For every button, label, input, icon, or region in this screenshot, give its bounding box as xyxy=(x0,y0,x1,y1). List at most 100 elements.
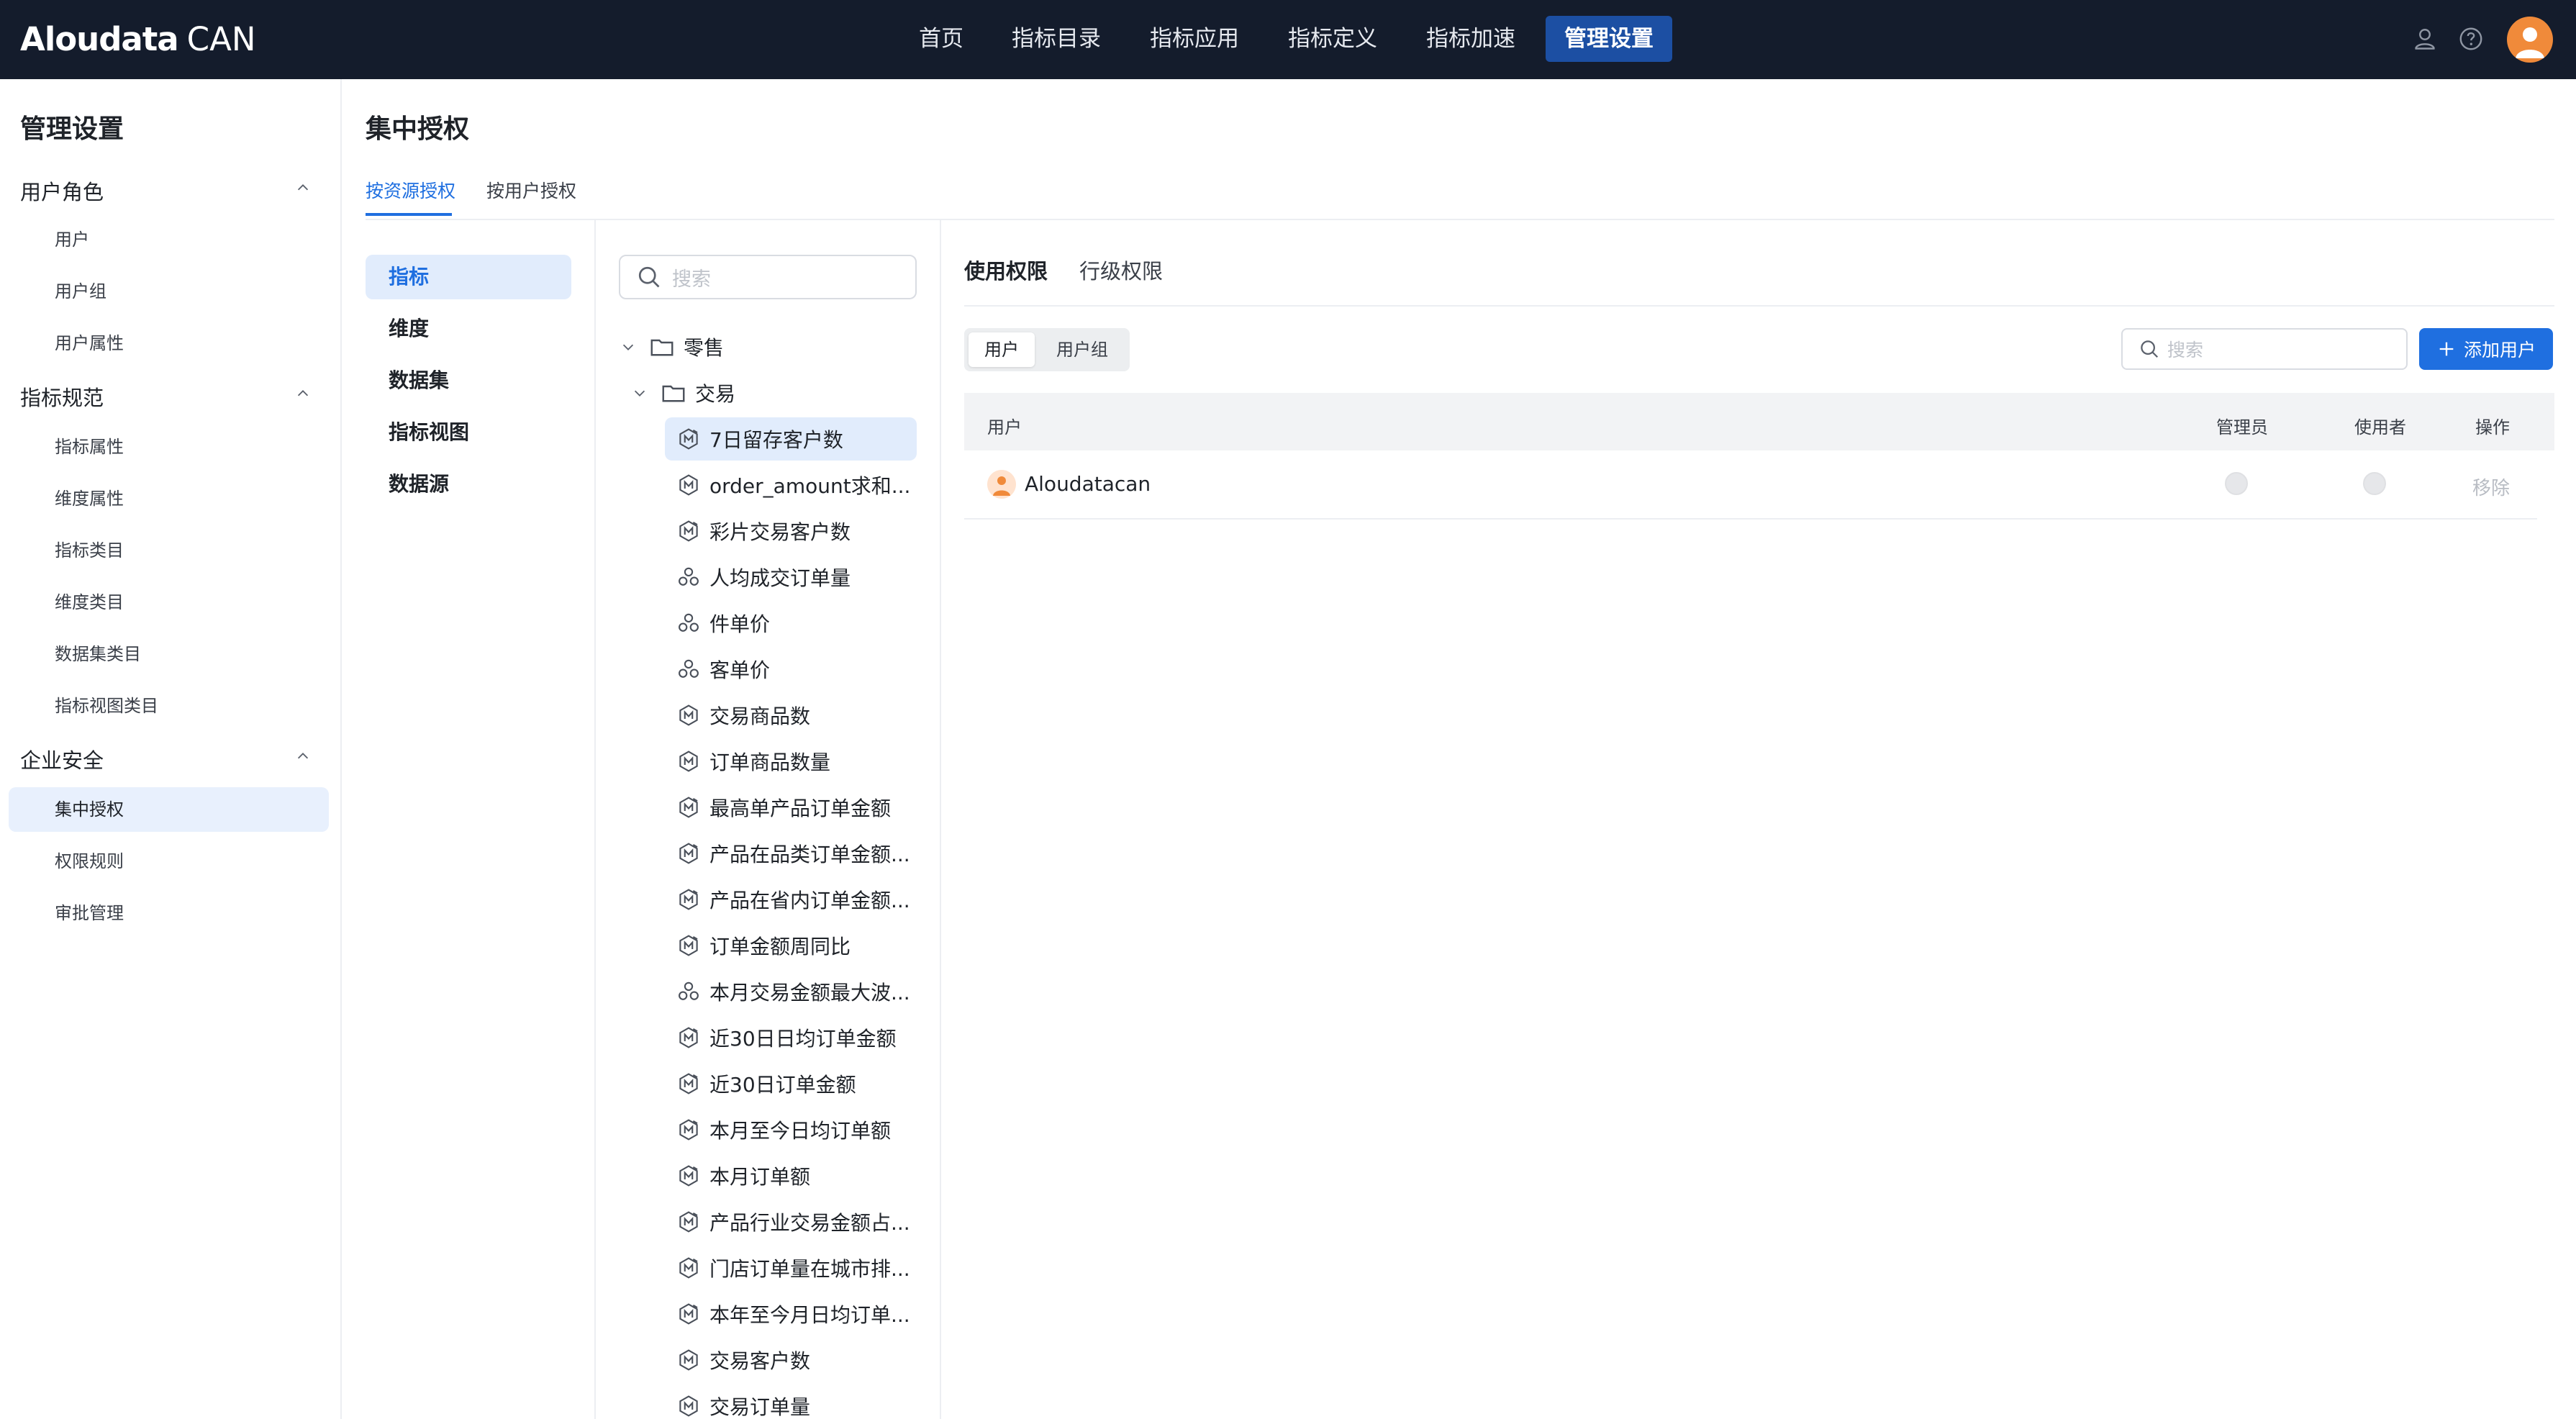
sidebar-item-metric-attributes[interactable]: 指标属性 xyxy=(9,425,329,469)
tree-item-label: 交易客户数 xyxy=(709,1349,811,1373)
tab-row-permission[interactable]: 行级权限 xyxy=(1079,255,1163,285)
sidebar-item-dataset-categories[interactable]: 数据集类目 xyxy=(9,632,329,676)
chevron-up-icon[interactable] xyxy=(295,180,311,196)
user-name: Aloudatacan xyxy=(1025,472,1151,496)
permission-tab-divider xyxy=(964,305,2554,307)
permission-search-input[interactable]: 搜索 xyxy=(2121,328,2408,370)
metric-derived-icon xyxy=(679,843,698,864)
tree-item-metric[interactable]: 产品在省内订单金额... xyxy=(665,878,917,921)
tree-item-label: 近30日日均订单金额 xyxy=(709,1027,897,1051)
chevron-down-icon[interactable] xyxy=(632,385,648,401)
avatar xyxy=(987,470,1016,499)
remove-user-link[interactable]: 移除 xyxy=(2472,473,2510,500)
tree-item-metric[interactable]: 本月订单额 xyxy=(665,1154,917,1197)
search-icon xyxy=(2141,340,2159,358)
tree-search-input[interactable]: 搜索 xyxy=(619,255,917,299)
tree-item-metric[interactable]: 本年至今月日均订单... xyxy=(665,1292,917,1336)
permission-table-header: 用户 管理员 使用者 操作 xyxy=(964,393,2554,450)
resource-type-dimension[interactable]: 维度 xyxy=(366,307,571,351)
tree-item-metric[interactable]: 产品在品类订单金额... xyxy=(665,832,917,875)
tree-item-metric[interactable]: 最高单产品订单金额 xyxy=(665,786,917,829)
tree-item-label: 订单金额周同比 xyxy=(709,935,851,958)
avatar[interactable] xyxy=(2507,17,2553,63)
app-logo[interactable]: Aloudata CAN xyxy=(20,19,256,59)
logo-sub-text: CAN xyxy=(186,19,256,58)
sidebar-item-users[interactable]: 用户 xyxy=(9,217,329,262)
tree-item-metric[interactable]: 交易客户数 xyxy=(665,1338,917,1382)
metric-derived-icon xyxy=(679,1119,698,1141)
tree-item-metric[interactable]: 客单价 xyxy=(665,648,917,691)
sidebar-group-user-roles[interactable]: 用户角色 xyxy=(20,176,104,206)
add-user-button[interactable]: 添加用户 xyxy=(2419,328,2553,370)
segment-user-group[interactable]: 用户组 xyxy=(1039,332,1125,367)
resource-type-datasource[interactable]: 数据源 xyxy=(366,462,571,507)
table-row: Aloudatacan 移除 xyxy=(964,450,2537,520)
permission-search-placeholder: 搜索 xyxy=(2167,340,2204,361)
metric-derived-icon xyxy=(679,520,698,542)
tree-item-label: 客单价 xyxy=(709,658,771,682)
nav-item-admin-settings[interactable]: 管理设置 xyxy=(1546,16,1672,62)
admin-radio[interactable] xyxy=(2225,472,2248,495)
tab-usage-permission[interactable]: 使用权限 xyxy=(964,255,1048,285)
sidebar-group-enterprise-security[interactable]: 企业安全 xyxy=(20,744,104,774)
metric-atomic-icon xyxy=(679,1395,698,1417)
help-icon[interactable] xyxy=(2458,26,2484,52)
nav-item-metric-catalog[interactable]: 指标目录 xyxy=(1000,16,1112,62)
sidebar-item-user-attributes[interactable]: 用户属性 xyxy=(9,321,329,366)
tree-item-metric[interactable]: 产品行业交易金额占... xyxy=(665,1200,917,1243)
column-header-action: 操作 xyxy=(2475,417,2510,438)
user-icon[interactable] xyxy=(2412,26,2438,52)
resource-type-metric[interactable]: 指标 xyxy=(366,255,571,299)
sidebar-item-permission-rules[interactable]: 权限规则 xyxy=(9,839,329,884)
active-tab-indicator xyxy=(366,213,452,216)
sidebar-item-centralized-auth[interactable]: 集中授权 xyxy=(9,787,329,832)
tree-item-label: 本月交易金额最大波... xyxy=(709,981,910,1005)
tree-item-metric[interactable]: order_amount求和... xyxy=(665,463,917,507)
nav-item-home[interactable]: 首页 xyxy=(907,16,976,62)
tree-item-label: 本月订单额 xyxy=(709,1165,811,1189)
sidebar-item-dimension-attributes[interactable]: 维度属性 xyxy=(9,476,329,521)
tree-item-metric[interactable]: 近30日订单金额 xyxy=(665,1062,917,1105)
sidebar-item-user-groups[interactable]: 用户组 xyxy=(9,269,329,314)
chevron-up-icon[interactable] xyxy=(295,386,311,402)
metric-derived-icon xyxy=(679,1027,698,1048)
tree-item-metric[interactable]: 门店订单量在城市排... xyxy=(665,1246,917,1289)
chevron-down-icon[interactable] xyxy=(620,339,636,355)
avatar-person-icon xyxy=(2516,27,2544,58)
tree-item-metric[interactable]: 件单价 xyxy=(665,602,917,645)
tree-item-label: 近30日订单金额 xyxy=(709,1073,856,1097)
tab-by-user[interactable]: 按用户授权 xyxy=(486,177,576,203)
metric-composite-icon xyxy=(679,659,699,678)
sidebar-item-approval-management[interactable]: 审批管理 xyxy=(9,891,329,935)
tree-item-metric[interactable]: 本月至今日均订单额 xyxy=(665,1108,917,1151)
sidebar-item-metric-categories[interactable]: 指标类目 xyxy=(9,528,329,573)
tree-folder-retail[interactable]: 零售 xyxy=(620,332,724,361)
tab-by-resource[interactable]: 按资源授权 xyxy=(366,177,455,203)
metric-derived-icon xyxy=(679,797,698,818)
tree-item-label: 人均成交订单量 xyxy=(709,566,851,590)
nav-item-metric-apps[interactable]: 指标应用 xyxy=(1138,16,1251,62)
chevron-up-icon[interactable] xyxy=(295,748,311,764)
tree-item-metric[interactable]: 彩片交易客户数 xyxy=(665,509,917,553)
segment-user[interactable]: 用户 xyxy=(969,332,1035,367)
sidebar-item-dimension-categories[interactable]: 维度类目 xyxy=(9,580,329,625)
tree-item-metric[interactable]: 交易订单量 xyxy=(665,1384,917,1419)
search-icon xyxy=(638,266,660,288)
sidebar-item-metric-view-categories[interactable]: 指标视图类目 xyxy=(9,684,329,728)
tree-folder-trade[interactable]: 交易 xyxy=(632,378,735,407)
tree-item-metric[interactable]: 订单金额周同比 xyxy=(665,924,917,967)
nav-item-metric-definition[interactable]: 指标定义 xyxy=(1276,16,1389,62)
resource-type-metric-view[interactable]: 指标视图 xyxy=(366,410,571,455)
consumer-radio[interactable] xyxy=(2363,472,2386,495)
sidebar-group-metric-spec[interactable]: 指标规范 xyxy=(20,381,104,412)
tree-item-metric[interactable]: 7日留存客户数 xyxy=(665,417,917,461)
tree-item-metric[interactable]: 本月交易金额最大波... xyxy=(665,970,917,1013)
nav-item-metric-acceleration[interactable]: 指标加速 xyxy=(1415,16,1527,62)
tree-item-metric[interactable]: 订单商品数量 xyxy=(665,740,917,783)
tree-item-metric[interactable]: 交易商品数 xyxy=(665,694,917,737)
metric-atomic-icon xyxy=(679,1349,698,1371)
tree-item-metric[interactable]: 人均成交订单量 xyxy=(665,556,917,599)
resource-type-dataset[interactable]: 数据集 xyxy=(366,358,571,403)
metric-atomic-icon xyxy=(679,704,698,726)
tree-item-metric[interactable]: 近30日日均订单金额 xyxy=(665,1016,917,1059)
